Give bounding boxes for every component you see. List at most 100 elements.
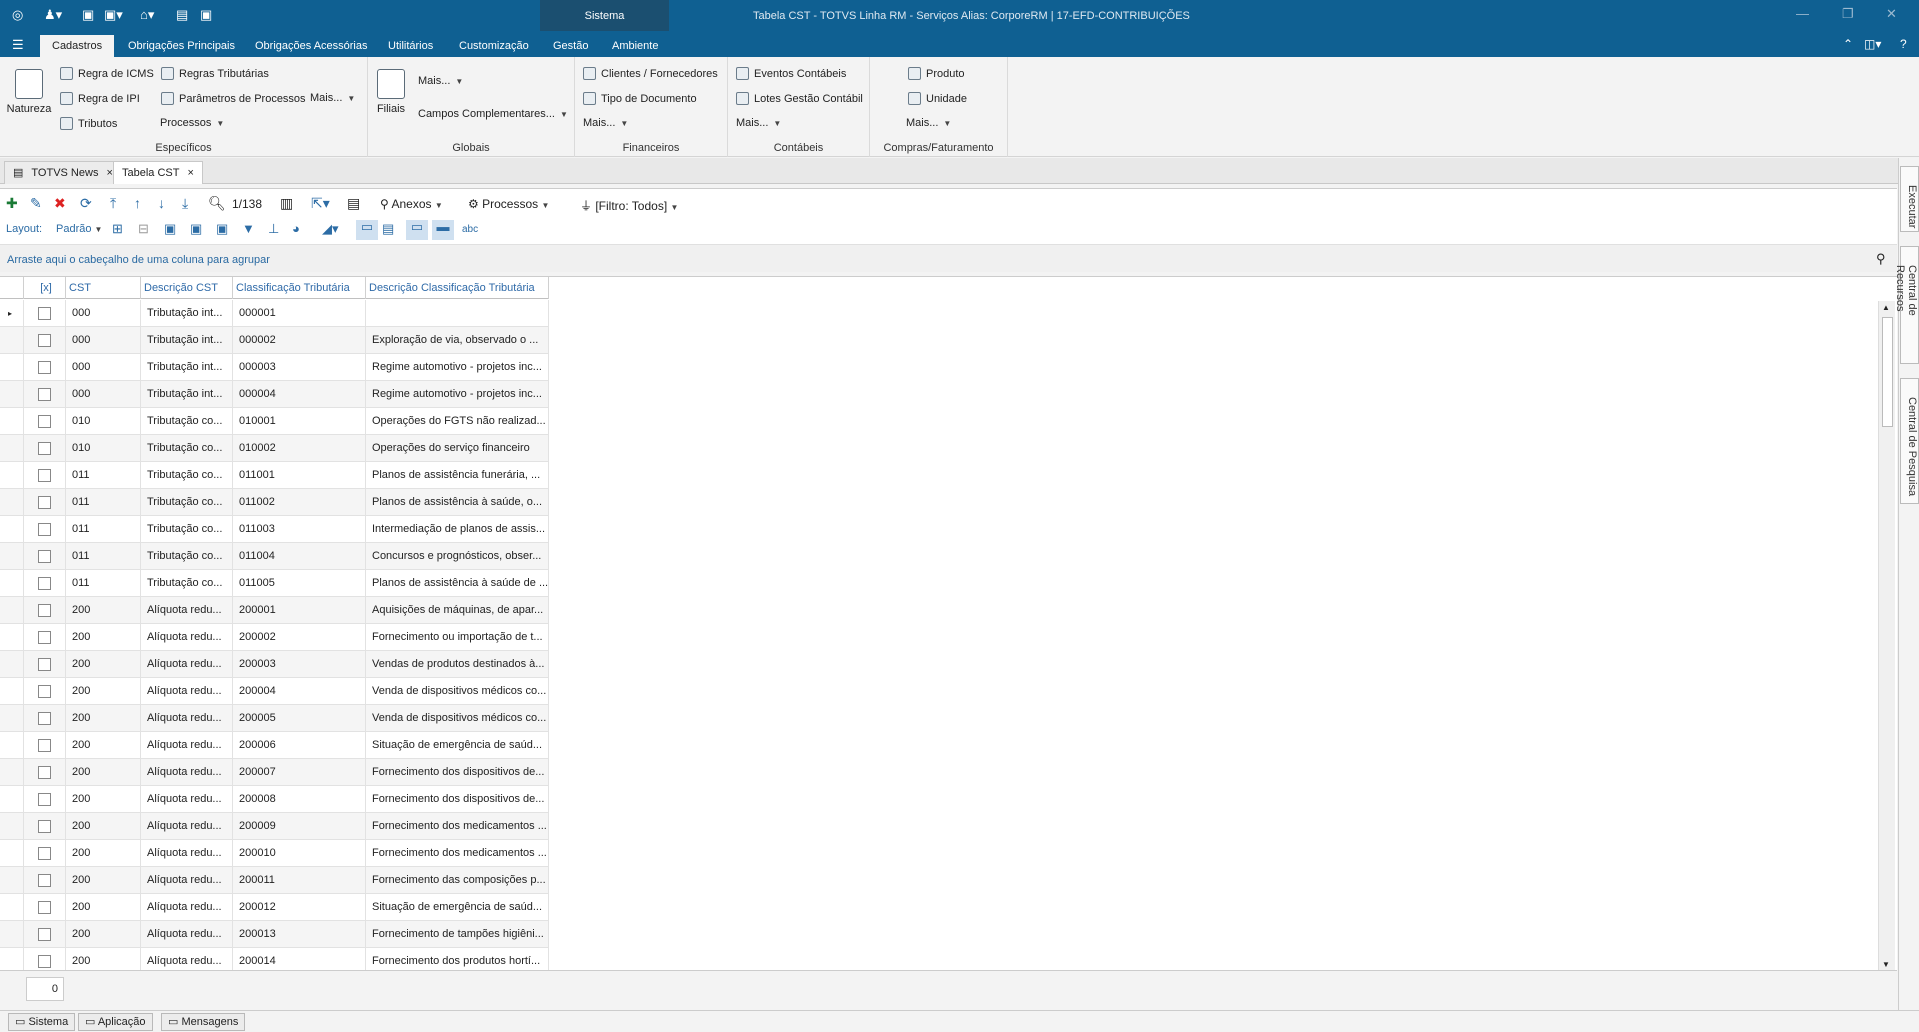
anexos-dropdown[interactable]: ⚲ Anexos ▼ <box>380 197 443 211</box>
tipo-documento-button[interactable]: Tipo de Documento <box>583 92 697 105</box>
table-row[interactable]: 200 Alíquota redu... 200007 Fornecimento do… <box>0 759 549 786</box>
status-tab-sistema[interactable]: ▭ Sistema <box>8 1013 76 1031</box>
table-row[interactable]: 200 Alíquota redu... 200002 Fornecimento ou… <box>0 624 549 651</box>
export-icon[interactable]: ⇱▾ <box>311 196 330 210</box>
layout-options-icon[interactable]: ◫▾ <box>1864 37 1881 51</box>
row-checkbox[interactable] <box>38 577 51 590</box>
table-row[interactable]: 200 Alíquota redu... 200001 Aquisições de m… <box>0 597 549 624</box>
row-checkbox[interactable] <box>38 442 51 455</box>
regras-tributarias-button[interactable]: Regras Tributárias <box>161 67 269 80</box>
compras-mais-dropdown[interactable]: Mais... ▼ <box>906 117 951 129</box>
table-row[interactable]: 200 Alíquota redu... 200011 Fornecimento da… <box>0 867 549 894</box>
next-record-icon[interactable]: ↓ <box>158 196 165 210</box>
layout-icon-1[interactable]: ▣ <box>164 222 176 236</box>
column-header-descricao-classificacao[interactable]: Descrição Classificação Tributária <box>366 277 549 299</box>
report-icon[interactable]: ▤ <box>347 196 360 210</box>
close-icon[interactable]: × <box>106 162 112 184</box>
view-icon-3[interactable]: ▭ <box>406 220 428 240</box>
table-row[interactable]: 200 Alíquota redu... 200005 Venda de dispos… <box>0 705 549 732</box>
scrollbar-thumb[interactable] <box>1882 317 1893 427</box>
scroll-down-icon[interactable]: ▼ <box>1882 960 1890 969</box>
natureza-button[interactable]: Natureza <box>6 69 52 115</box>
side-tab-central-pesquisa[interactable]: Central de Pesquisa <box>1900 378 1919 504</box>
filiais-button[interactable]: Filiais <box>376 69 406 115</box>
layout-icon-3[interactable]: ▣ <box>216 222 228 236</box>
table-row[interactable]: 010 Tributação co... 010001 Operações do FG… <box>0 408 549 435</box>
row-checkbox[interactable] <box>38 793 51 806</box>
view-icon-2[interactable]: ▤ <box>382 222 394 236</box>
totvs-logo-icon[interactable]: ◎ <box>12 6 23 24</box>
row-checkbox[interactable] <box>38 307 51 320</box>
table-row[interactable]: 200 Alíquota redu... 200010 Fornecimento do… <box>0 840 549 867</box>
status-tab-aplicacao[interactable]: ▭ Aplicação <box>78 1013 153 1031</box>
row-checkbox[interactable] <box>38 739 51 752</box>
especificos-mais-dropdown[interactable]: Mais... ▼ <box>310 92 355 104</box>
column-header-cst[interactable]: CST <box>66 277 141 299</box>
produto-button[interactable]: Produto <box>908 67 965 80</box>
first-record-icon[interactable]: ⤒ <box>110 196 116 210</box>
row-checkbox[interactable] <box>38 604 51 617</box>
table-row[interactable]: 010 Tributação co... 010002 Operações do se… <box>0 435 549 462</box>
view-icon-1[interactable]: ▭ <box>356 220 378 240</box>
tab-ambiente[interactable]: Ambiente <box>600 35 670 57</box>
regra-icms-button[interactable]: Regra de ICMS <box>60 67 154 80</box>
table-row[interactable]: 011 Tributação co... 011001 Planos de assis… <box>0 462 549 489</box>
column-header-classificacao[interactable]: Classificação Tributária <box>233 277 366 299</box>
row-checkbox[interactable] <box>38 874 51 887</box>
layout-icon-4[interactable]: ▼ <box>242 222 255 236</box>
row-checkbox[interactable] <box>38 685 51 698</box>
collapse-ribbon-icon[interactable]: ⌃ <box>1843 37 1853 51</box>
side-tab-executar[interactable]: Executar <box>1900 166 1919 232</box>
row-checkbox[interactable] <box>38 469 51 482</box>
vertical-scrollbar[interactable]: ▲ ▼ <box>1878 301 1895 970</box>
view-icon-4[interactable]: ▬ <box>432 220 454 240</box>
spellcheck-icon[interactable]: abc <box>462 223 478 237</box>
financeiros-mais-dropdown[interactable]: Mais... ▼ <box>583 117 628 129</box>
processos-toolbar-dropdown[interactable]: ⚙ Processos ▼ <box>468 197 549 211</box>
row-checkbox[interactable] <box>38 631 51 644</box>
refresh-icon[interactable]: ▣ <box>200 6 212 24</box>
column-header-select[interactable]: [x] <box>24 277 66 299</box>
contabeis-mais-dropdown[interactable]: Mais... ▼ <box>736 117 781 129</box>
side-tab-central-recursos[interactable]: Central de Recursos <box>1894 246 1919 364</box>
refresh-icon[interactable]: ⟳ <box>80 196 92 210</box>
table-row[interactable]: 200 Alíquota redu... 200008 Fornecimento do… <box>0 786 549 813</box>
processos-dropdown[interactable]: Processos ▼ <box>160 117 224 129</box>
row-checkbox[interactable] <box>38 415 51 428</box>
columns-icon[interactable]: ▥ <box>280 196 293 210</box>
row-checkbox[interactable] <box>38 388 51 401</box>
layout-dropdown[interactable]: Padrão ▼ <box>56 223 102 235</box>
delete-icon[interactable]: ✖ <box>54 196 66 210</box>
row-checkbox[interactable] <box>38 766 51 779</box>
tab-gestao[interactable]: Gestão <box>541 35 600 57</box>
row-checkbox[interactable] <box>38 658 51 671</box>
search-icon[interactable]: ⚲ <box>1876 251 1886 267</box>
row-checkbox[interactable] <box>38 712 51 725</box>
tab-obrigacoes-acessorias[interactable]: Obrigações Acessórias <box>243 35 380 57</box>
row-checkbox[interactable] <box>38 550 51 563</box>
unidade-button[interactable]: Unidade <box>908 92 967 105</box>
help-icon[interactable]: ? <box>1900 37 1907 51</box>
parametros-button[interactable]: Parâmetros de Processos <box>161 92 306 105</box>
eventos-contabeis-button[interactable]: Eventos Contábeis <box>736 67 846 80</box>
restore-icon[interactable]: ❐ <box>1842 6 1854 22</box>
expand-icon[interactable]: ⊞ <box>112 222 123 236</box>
tab-utilitarios[interactable]: Utilitários <box>376 35 445 57</box>
status-tab-mensagens[interactable]: ▭ Mensagens <box>161 1013 246 1031</box>
tab-totvs-news[interactable]: ▤ TOTVS News × <box>4 161 122 184</box>
row-checkbox[interactable] <box>38 901 51 914</box>
row-checkbox[interactable] <box>38 496 51 509</box>
search-icon[interactable]: 🔍︎ <box>208 196 226 210</box>
home-icon[interactable]: ⌂▾ <box>140 6 154 24</box>
table-row[interactable]: 200 Alíquota redu... 200004 Venda de dispos… <box>0 678 549 705</box>
globais-mais-dropdown[interactable]: Mais... ▼ <box>418 75 463 87</box>
table-row[interactable]: 200 Alíquota redu... 200012 Situação de eme… <box>0 894 549 921</box>
color-icon[interactable]: ◕ <box>292 222 300 236</box>
tributos-button[interactable]: Tributos <box>60 117 117 130</box>
table-row[interactable]: 011 Tributação co... 011005 Planos de assis… <box>0 570 549 597</box>
table-row[interactable]: 011 Tributação co... 011003 Intermediação d… <box>0 516 549 543</box>
column-header-descricao-cst[interactable]: Descrição CST <box>141 277 233 299</box>
table-row[interactable]: 200 Alíquota redu... 200003 Vendas de produ… <box>0 651 549 678</box>
table-row[interactable]: 011 Tributação co... 011002 Planos de assis… <box>0 489 549 516</box>
row-checkbox[interactable] <box>38 955 51 968</box>
